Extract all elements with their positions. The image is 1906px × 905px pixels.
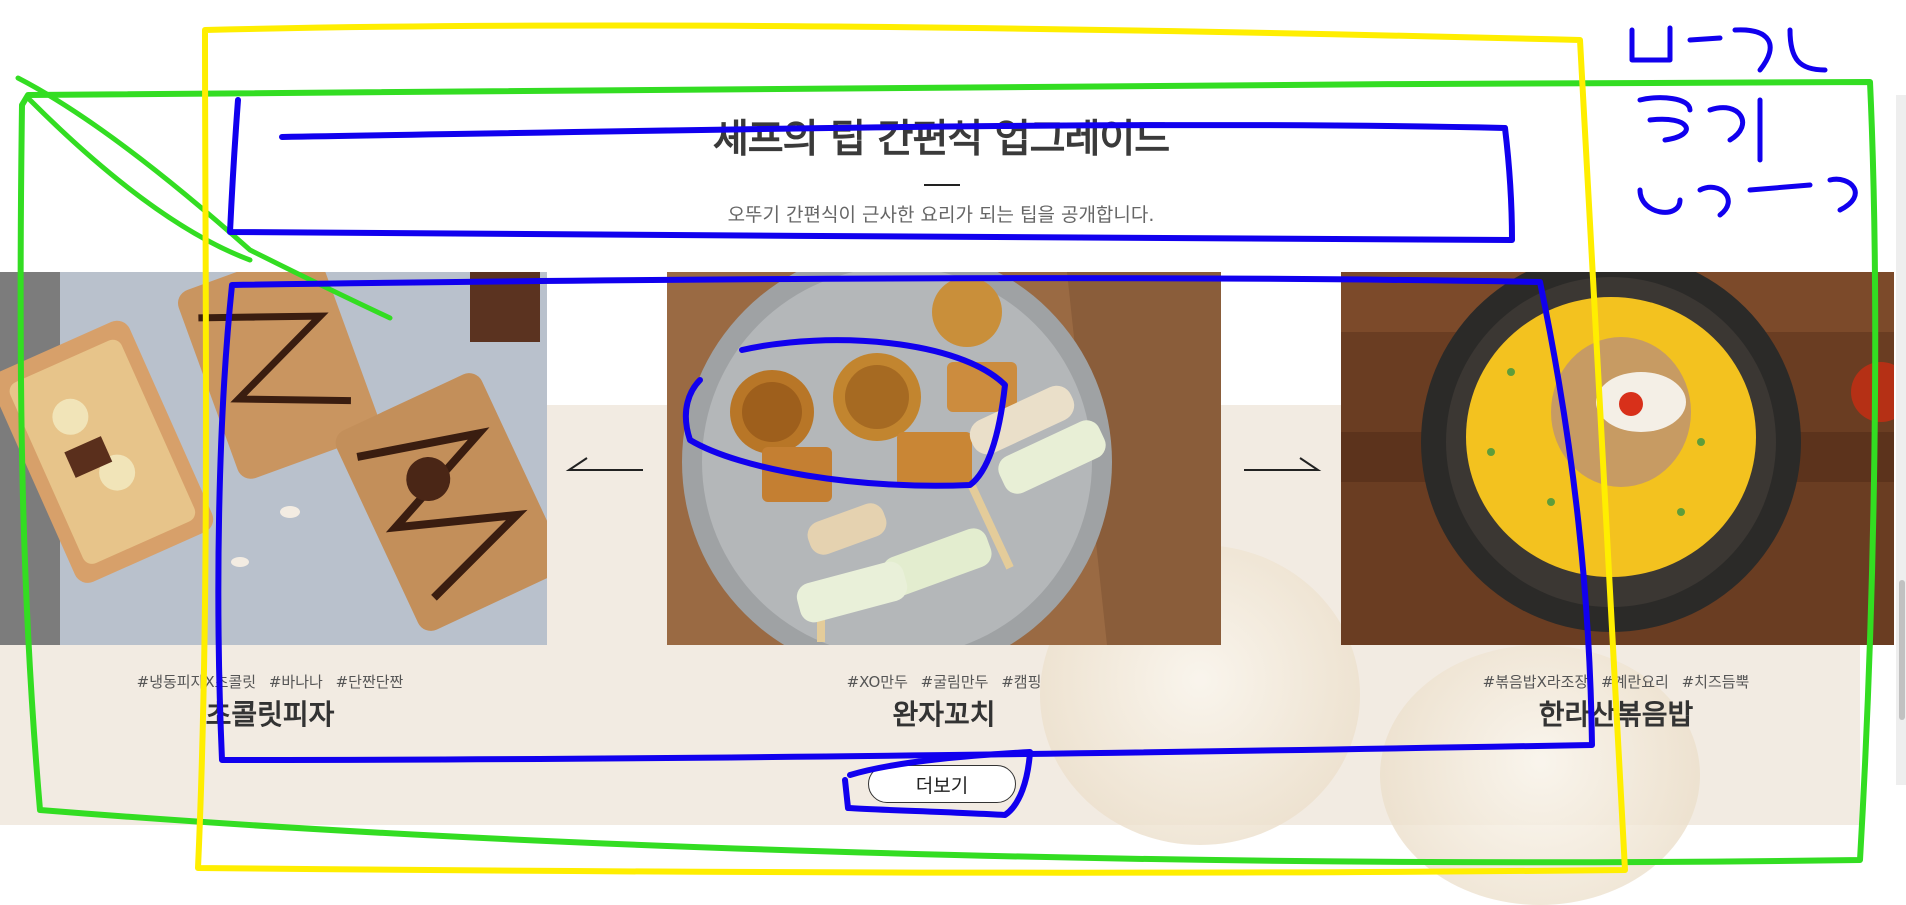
page-scrollbar-thumb[interactable] — [1899, 580, 1905, 720]
title-divider — [924, 184, 960, 186]
card-image-hallasan-fried-rice[interactable] — [1341, 272, 1894, 645]
arrow-right-icon — [1244, 457, 1322, 471]
card-tags-hallasan-fried-rice: #볶음밥X라조장 #계란요리 #치즈듬뿍 — [1482, 673, 1750, 691]
carousel-prev-button[interactable] — [565, 450, 645, 480]
more-button[interactable]: 더보기 — [868, 765, 1016, 803]
chocolate-pizza-photo — [0, 272, 547, 645]
hallasan-fried-rice-photo — [1341, 272, 1894, 645]
arrow-left-icon — [565, 457, 643, 471]
card-title-chocolate-pizza[interactable]: 초콜릿피자 — [0, 693, 540, 733]
wanja-skewers-photo — [667, 272, 1221, 645]
carousel-next-button[interactable] — [1242, 450, 1322, 480]
section-title: 셰프의 팁 간편식 업그레이드 — [712, 117, 1170, 162]
card-title-wanja-skewers[interactable]: 완자꼬치 — [674, 693, 1214, 733]
card-title-hallasan-fried-rice[interactable]: 한라산볶음밥 — [1346, 693, 1886, 733]
section-subtitle: 오뚜기 간편식이 근사한 요리가 되는 팁을 공개합니다. — [727, 204, 1155, 226]
card-image-chocolate-pizza[interactable] — [0, 272, 547, 645]
card-tags-chocolate-pizza: #냉동피자X초콜릿 #바나나 #단짠단짠 — [136, 673, 404, 691]
card-image-wanja-skewers[interactable] — [667, 272, 1221, 645]
card-tags-wanja-skewers: #XO만두 #굴림만두 #캠핑 — [846, 673, 1042, 691]
